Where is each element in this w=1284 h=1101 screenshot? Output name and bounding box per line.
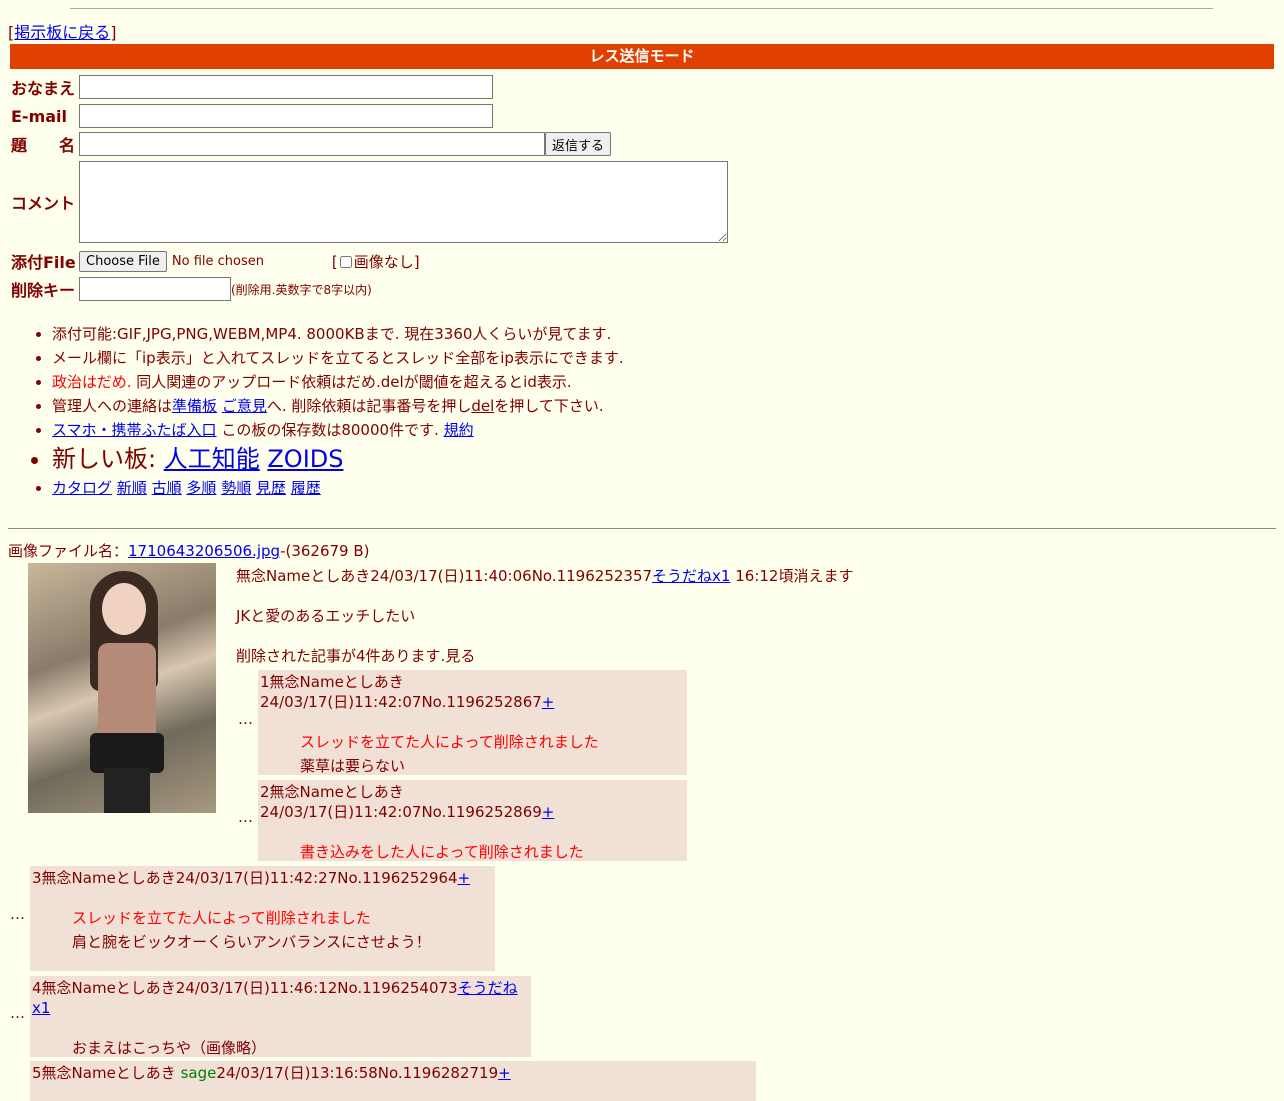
reply-3-plus-link[interactable]: + [458, 869, 471, 887]
reply-1-deleted-msg: スレッドを立てた人によって削除されました [300, 733, 599, 751]
reply-3-text: 肩と腕をビックオーくらいアンバランスにさせよう！ [72, 933, 431, 951]
file-size: -(362679 B) [280, 542, 370, 560]
info-line-3-red: 政治はだめ. [52, 373, 132, 391]
info-line-nav: カタログ 新順 古順 多順 勢順 見歴 履歴 [52, 476, 624, 500]
reply-5-sage: sage [180, 1064, 217, 1082]
reply-1-header: 1無念Nameとしあき24/03/17(日)11:42:07No.1196252… [260, 673, 542, 711]
comment-label: コメント [11, 194, 76, 213]
reply-1-dots: … [238, 710, 253, 728]
reply-1-text: 薬草は要らない [300, 757, 406, 775]
reply-2-deleted-msg: 書き込みをした人によって削除されました [300, 843, 584, 861]
reply-3-deleted-msg: スレッドを立てた人によって削除されました [72, 909, 371, 927]
reply-5: 5無念Nameとしあき sage24/03/17(日)13:16:58No.11… [30, 1061, 756, 1101]
reply-2: 2無念Nameとしあき24/03/17(日)11:42:07No.1196252… [258, 780, 687, 861]
back-to-board-link[interactable]: 掲示板に戻る [14, 23, 110, 42]
file-info-label: 画像ファイル名： [8, 542, 129, 560]
info-line-upload: 添付可能:GIF,JPG,PNG,WEBM,MP4. 8000KBまで. 現在3… [52, 322, 624, 346]
reply-2-dots: … [238, 808, 253, 826]
choose-file-button[interactable]: Choose File [79, 250, 167, 272]
delkey-note: (削除用.英数字で8字以内) [231, 282, 372, 297]
op-header: 無念Nameとしあき24/03/17(日)11:40:06No.11962523… [236, 565, 853, 587]
reply-3: 3無念Nameとしあき24/03/17(日)11:42:27No.1196252… [30, 866, 495, 971]
top-divider [70, 8, 1213, 9]
email-label: E-mail [11, 106, 68, 126]
sort-new-link[interactable]: 新順 [117, 479, 147, 497]
mobile-entrance-link[interactable]: スマホ・携帯ふたば入口 [52, 421, 217, 439]
reply-2-plus-link[interactable]: + [542, 803, 555, 821]
delkey-row: 削除キー (削除用.英数字で8字以内) [11, 277, 372, 301]
op-comment: JKと愛のあるエッチしたい [236, 607, 416, 625]
email-input[interactable] [79, 104, 493, 128]
info-line-newboards: 新しい板: 人工知能 ZOIDS [52, 442, 624, 476]
reply-5-header-b: 24/03/17(日)13:16:58No.1196282719 [216, 1064, 499, 1082]
subject-label: 題 名 [11, 136, 76, 155]
reply-4-header: 4無念Nameとしあき24/03/17(日)11:46:12No.1196254… [32, 979, 458, 997]
info-line-5-text: この板の保存数は80000件です. [216, 421, 444, 439]
reply-4: 4無念Nameとしあき24/03/17(日)11:46:12No.1196254… [30, 976, 531, 1057]
sort-old-link[interactable]: 古順 [152, 479, 182, 497]
comment-textarea[interactable] [79, 161, 728, 243]
deleted-posts-note[interactable]: 削除された記事が4件あります.見る [236, 645, 475, 666]
info-line-4-c: を押して下さい. [494, 397, 604, 415]
comment-row: コメント [11, 161, 728, 243]
delkey-label: 削除キー [11, 281, 76, 300]
sort-momentum-link[interactable]: 勢順 [221, 479, 251, 497]
noimage-wrapper: [画像なし] [331, 252, 420, 271]
post-history-link[interactable]: 履歴 [291, 479, 321, 497]
name-row: おなまえ [11, 75, 493, 99]
op-expire: 16:12頃消えます [730, 567, 854, 585]
info-line-4-b: へ. 削除依頼は記事番号を押し [266, 397, 472, 415]
info-line-mobile: スマホ・携帯ふたば入口 この板の保存数は80000件です. 規約 [52, 418, 624, 442]
info-line-3-rest: 同人関連のアップロード依頼はだめ.delが閾値を超えるとid表示. [131, 373, 572, 391]
noimage-label: 画像なし [353, 252, 414, 271]
info-line-ip: メール欄に「ip表示」と入れてスレッドを立てるとスレッド全部をip表示にできます… [52, 346, 624, 370]
new-boards-label: 新しい板: [52, 445, 164, 473]
goiken-link[interactable]: ご意見 [222, 397, 267, 415]
thread-divider [8, 528, 1276, 529]
junbi-board-link[interactable]: 準備板 [172, 397, 217, 415]
image-file-link[interactable]: 1710643206506.jpg [128, 542, 280, 560]
reply-3-dots: … [10, 905, 25, 923]
reply-5-header-a: 5無念Nameとしあき [32, 1064, 181, 1082]
zoids-board-link[interactable]: ZOIDS [267, 445, 343, 473]
board-info-list: 添付可能:GIF,JPG,PNG,WEBM,MP4. 8000KBまで. 現在3… [12, 322, 624, 500]
name-label: おなまえ [11, 79, 76, 98]
file-row: 添付File Choose File No file chosen [画像なし] [11, 249, 420, 273]
op-header-text: 無念Nameとしあき24/03/17(日)11:40:06No.11962523… [236, 567, 653, 585]
op-soudane-link[interactable]: そうだねx1 [652, 567, 730, 585]
info-line-2: メール欄に「ip表示」と入れてスレッドを立てるとスレッド全部をip表示にできます… [52, 349, 624, 367]
file-status: No file chosen [171, 253, 264, 269]
reply-4-dots: … [10, 1004, 25, 1022]
ai-board-link[interactable]: 人工知能 [164, 445, 260, 473]
reply-4-text: おまえはこっちや（画像略） [72, 1039, 266, 1057]
submit-reply-button[interactable]: 返信する [545, 132, 612, 156]
info-line-4-a: 管理人への連絡は [52, 397, 173, 415]
info-line-1: 添付可能:GIF,JPG,PNG,WEBM,MP4. 8000KBまで. 現在3… [52, 325, 612, 343]
reply-2-header: 2無念Nameとしあき24/03/17(日)11:42:07No.1196252… [260, 783, 542, 821]
file-info: 画像ファイル名：1710643206506.jpg-(362679 B) [8, 540, 370, 561]
reply-1: 1無念Nameとしあき24/03/17(日)11:42:07No.1196252… [258, 670, 687, 775]
catalog-link[interactable]: カタログ [52, 479, 112, 497]
back-link-wrapper: [掲示板に戻る] [8, 23, 117, 42]
reply-mode-bar: レス送信モード [10, 44, 1274, 69]
reply-5-plus-link[interactable]: + [498, 1064, 511, 1082]
file-label: 添付File [11, 253, 76, 272]
reply-1-plus-link[interactable]: + [542, 693, 555, 711]
name-input[interactable] [79, 75, 493, 99]
subject-row: 題 名 返信する [11, 132, 612, 156]
reply-3-header: 3無念Nameとしあき24/03/17(日)11:42:27No.1196252… [32, 869, 458, 887]
sort-many-link[interactable]: 多順 [186, 479, 216, 497]
email-row: E-mail [11, 104, 493, 128]
thread-thumbnail-image[interactable] [28, 563, 216, 813]
del-link[interactable]: del [471, 397, 494, 415]
delkey-input[interactable] [79, 277, 231, 301]
noimage-checkbox[interactable] [339, 255, 352, 268]
view-history-link[interactable]: 見歴 [256, 479, 286, 497]
subject-input[interactable] [79, 132, 545, 156]
terms-link[interactable]: 規約 [444, 421, 474, 439]
info-line-contact: 管理人への連絡は準備板 ご意見へ. 削除依頼は記事番号を押しdelを押して下さい… [52, 394, 624, 418]
info-line-rules: 政治はだめ. 同人関連のアップロード依頼はだめ.delが閾値を超えるとid表示. [52, 370, 624, 394]
